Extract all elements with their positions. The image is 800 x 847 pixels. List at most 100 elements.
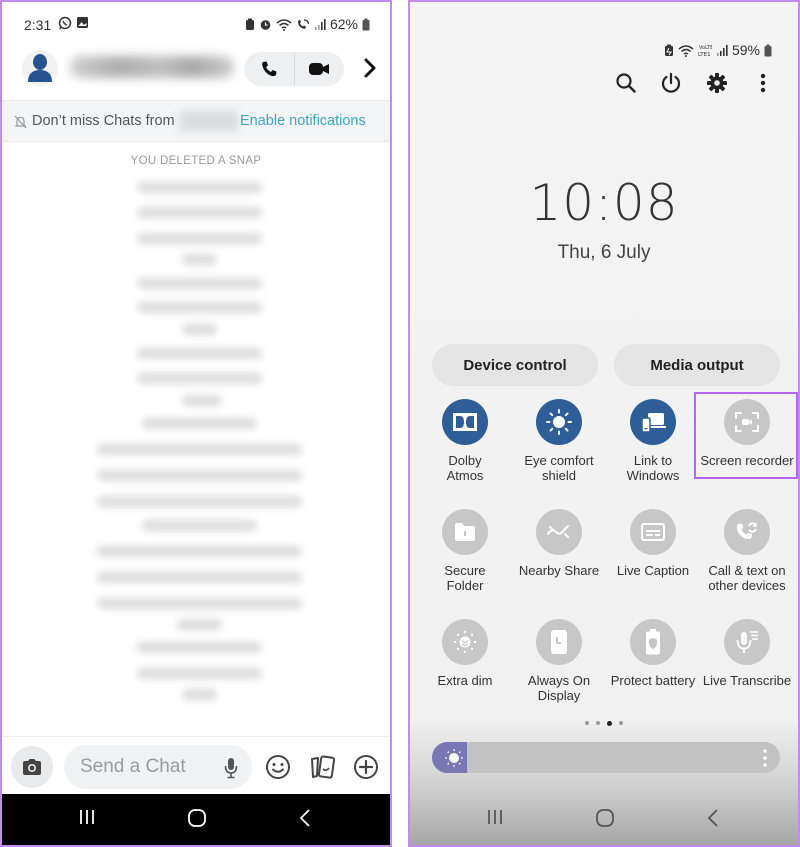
battery-percent: 62% xyxy=(329,16,358,32)
home-icon[interactable] xyxy=(595,808,615,828)
video-call-button[interactable] xyxy=(295,52,345,86)
tile-live-caption[interactable]: Live Caption xyxy=(606,509,700,578)
recent-apps-icon[interactable] xyxy=(486,808,504,826)
power-icon[interactable] xyxy=(658,70,684,96)
blurred-message xyxy=(137,278,262,289)
page-dot-active[interactable] xyxy=(607,720,612,726)
page-dot[interactable] xyxy=(596,721,600,725)
volte-lte-icon: VoLTELTE1 xyxy=(698,45,712,57)
page-dot[interactable] xyxy=(585,721,589,725)
person-icon xyxy=(28,54,52,82)
blurred-message xyxy=(137,373,262,384)
battery-percent: 59% xyxy=(731,42,760,58)
blurred-message xyxy=(137,642,262,653)
quick-panel-actions xyxy=(410,70,798,98)
live-transcribe-icon xyxy=(724,619,770,665)
gallery-icon xyxy=(77,17,88,28)
device-control-button[interactable]: Device control xyxy=(432,344,598,386)
blurred-message xyxy=(182,689,217,700)
blurred-message xyxy=(137,207,262,218)
tile-protect-battery[interactable]: Protect battery xyxy=(606,619,700,688)
tile-nearby-share[interactable]: Nearby Share xyxy=(512,509,606,578)
tile-eye-comfort-shield[interactable]: Eye comfort shield xyxy=(512,399,606,483)
tile-always-on-display[interactable]: Always On Display xyxy=(512,619,606,703)
media-output-label: Media output xyxy=(650,356,744,374)
link-to-windows-icon xyxy=(630,399,676,445)
more-vertical-icon[interactable] xyxy=(750,70,776,96)
snapchat-chat-screen: 2:31 62% Don’t miss Chats from Enable no… xyxy=(0,0,392,847)
system-message: YOU DELETED A SNAP xyxy=(130,155,262,167)
dolby-icon xyxy=(442,399,488,445)
settings-icon[interactable] xyxy=(704,70,730,96)
tile-live-transcribe[interactable]: Live Transcribe xyxy=(700,619,794,688)
status-time: 2:31 xyxy=(24,17,52,33)
blurred-message xyxy=(137,348,262,359)
blurred-message xyxy=(97,470,302,481)
battery-icon xyxy=(362,18,370,30)
banner-contact-redacted xyxy=(180,111,238,131)
status-left-icons xyxy=(58,16,89,30)
home-icon[interactable] xyxy=(187,808,207,828)
alarm-icon xyxy=(260,19,271,30)
blurred-message xyxy=(177,619,222,630)
signal-icon xyxy=(314,18,326,30)
avatar[interactable] xyxy=(22,50,58,86)
back-icon[interactable] xyxy=(298,808,312,828)
extra-dim-icon xyxy=(442,619,488,665)
tile-label: Nearby Share xyxy=(518,563,600,578)
signal-icon xyxy=(716,44,728,56)
tile-call-text-other-devices[interactable]: Call & text on other devices xyxy=(700,509,794,593)
bell-off-icon xyxy=(14,115,27,129)
tile-label: Link to Windows xyxy=(626,453,680,483)
tile-secure-folder[interactable]: Secure Folder xyxy=(418,509,512,593)
brightness-slider[interactable] xyxy=(432,742,780,773)
status-bar: 2:31 62% xyxy=(2,2,390,48)
whatsapp-icon xyxy=(58,16,72,30)
camera-button[interactable] xyxy=(11,746,53,788)
navigation-bar xyxy=(410,794,798,845)
plus-circle-icon[interactable] xyxy=(352,753,380,781)
tile-link-to-windows[interactable]: Link to Windows xyxy=(606,399,700,483)
microphone-icon[interactable] xyxy=(224,757,238,784)
battery-icon xyxy=(764,44,772,56)
voice-call-button[interactable] xyxy=(244,52,294,86)
blurred-message xyxy=(97,546,302,557)
tile-extra-dim[interactable]: Extra dim xyxy=(418,619,512,688)
tile-label: Extra dim xyxy=(437,673,493,688)
search-icon[interactable] xyxy=(613,70,639,96)
chevron-right-icon[interactable] xyxy=(360,58,380,78)
page-dot[interactable] xyxy=(619,721,623,725)
highlight-box xyxy=(694,392,798,479)
back-icon[interactable] xyxy=(706,808,720,828)
blurred-message xyxy=(137,182,262,193)
blurred-message xyxy=(97,496,302,507)
blurred-message xyxy=(97,572,302,583)
blurred-message xyxy=(137,302,262,313)
protect-battery-icon xyxy=(630,619,676,665)
media-output-button[interactable]: Media output xyxy=(614,344,780,386)
eye-comfort-icon xyxy=(536,399,582,445)
secure-folder-icon xyxy=(442,509,488,555)
recent-apps-icon[interactable] xyxy=(78,808,96,826)
blurred-message xyxy=(182,395,222,406)
blurred-message xyxy=(97,444,302,455)
page-indicator xyxy=(410,720,798,726)
contact-name-redacted[interactable] xyxy=(70,56,234,78)
tile-dolby-atmos[interactable]: Dolby Atmos xyxy=(418,399,512,483)
banner-message: Don’t miss Chats from xyxy=(32,113,175,129)
stickers-icon[interactable] xyxy=(309,753,337,781)
nearby-share-icon xyxy=(536,509,582,555)
enable-notifications-link[interactable]: Enable notifications xyxy=(240,113,366,129)
call-sync-icon xyxy=(724,509,770,555)
status-bar: VoLTE LTE1 59% xyxy=(664,42,772,58)
wifi-icon xyxy=(276,18,292,31)
sun-icon xyxy=(444,748,464,773)
blurred-message xyxy=(97,598,302,609)
blurred-message xyxy=(142,520,257,531)
phone-icon xyxy=(261,61,277,77)
device-control-label: Device control xyxy=(463,356,567,374)
battery-saver-icon xyxy=(664,44,673,56)
smiley-icon[interactable] xyxy=(264,753,292,781)
blurred-message xyxy=(182,254,217,265)
more-vertical-icon[interactable] xyxy=(762,748,768,773)
